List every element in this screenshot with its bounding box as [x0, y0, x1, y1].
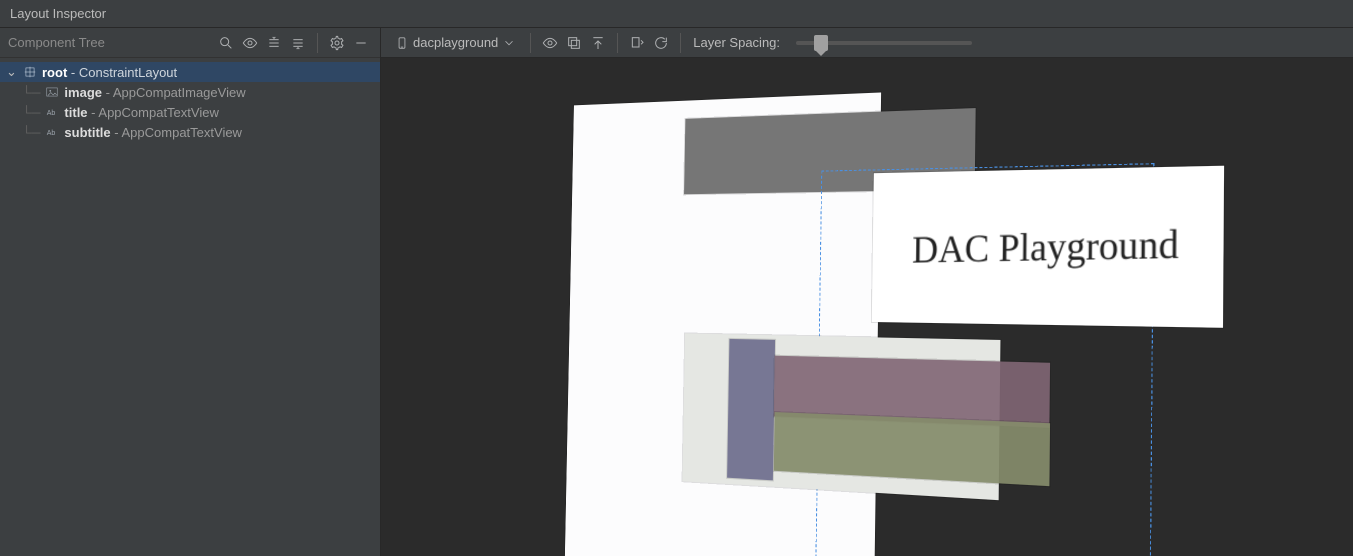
- settings-icon[interactable]: [326, 32, 348, 54]
- refresh-icon[interactable]: [650, 32, 672, 54]
- live-updates-icon[interactable]: [626, 32, 648, 54]
- text-view-icon: Ab: [44, 104, 60, 120]
- chevron-down-icon[interactable]: ⌄: [6, 64, 18, 80]
- tree-node-root[interactable]: ⌄ root - ConstraintLayout: [0, 62, 380, 82]
- view-mode-icon[interactable]: [539, 32, 561, 54]
- layer-spacing-label: Layer Spacing:: [693, 35, 780, 50]
- process-name: dacplayground: [413, 35, 498, 50]
- text-view-icon: Ab: [44, 124, 60, 140]
- layer-image-slot[interactable]: [727, 339, 775, 480]
- expand-all-icon[interactable]: [263, 32, 285, 54]
- tree-node-label: title - AppCompatTextView: [64, 105, 218, 120]
- svg-text:Ab: Ab: [47, 110, 56, 117]
- component-tree[interactable]: ⌄ root - ConstraintLayout └─ image - App…: [0, 58, 380, 146]
- layer-title-text[interactable]: DAC Playground: [872, 166, 1224, 328]
- window-title: Layout Inspector: [10, 6, 106, 21]
- tree-guide: └─: [22, 85, 40, 100]
- process-selector[interactable]: dacplayground: [389, 32, 522, 54]
- tree-node-title[interactable]: └─ Ab title - AppCompatTextView: [0, 102, 380, 122]
- search-icon[interactable]: [215, 32, 237, 54]
- canvas-toolbar: dacplayground Layer Spacing:: [381, 28, 1353, 58]
- svg-text:Ab: Ab: [47, 130, 56, 137]
- tree-node-image[interactable]: └─ image - AppCompatImageView: [0, 82, 380, 102]
- visibility-icon[interactable]: [239, 32, 261, 54]
- component-tree-panel: Component Tree: [0, 28, 381, 556]
- collapse-all-icon[interactable]: [287, 32, 309, 54]
- tree-node-label: image - AppCompatImageView: [64, 85, 245, 100]
- image-view-icon: [44, 84, 60, 100]
- constraint-layout-icon: [22, 64, 38, 80]
- component-tree-title: Component Tree: [8, 35, 215, 50]
- component-tree-header: Component Tree: [0, 28, 380, 58]
- layer-spacing-slider[interactable]: [796, 41, 972, 45]
- export-icon[interactable]: [587, 32, 609, 54]
- tree-guide: └─: [22, 105, 40, 120]
- tree-node-label: subtitle - AppCompatTextView: [64, 125, 242, 140]
- slider-thumb[interactable]: [814, 35, 828, 51]
- tree-node-subtitle[interactable]: └─ Ab subtitle - AppCompatTextView: [0, 122, 380, 142]
- layout-3d-scene[interactable]: DAC Playground: [381, 58, 1353, 556]
- minimize-icon[interactable]: [350, 32, 372, 54]
- tree-node-label: root - ConstraintLayout: [42, 65, 177, 80]
- tree-guide: └─: [22, 125, 40, 140]
- chevron-down-icon: [502, 36, 516, 50]
- rendered-title: DAC Playground: [911, 220, 1178, 272]
- overlay-icon[interactable]: [563, 32, 585, 54]
- canvas-pane: dacplayground Layer Spacing:: [381, 28, 1353, 556]
- title-bar: Layout Inspector: [0, 0, 1353, 28]
- device-icon: [395, 36, 409, 50]
